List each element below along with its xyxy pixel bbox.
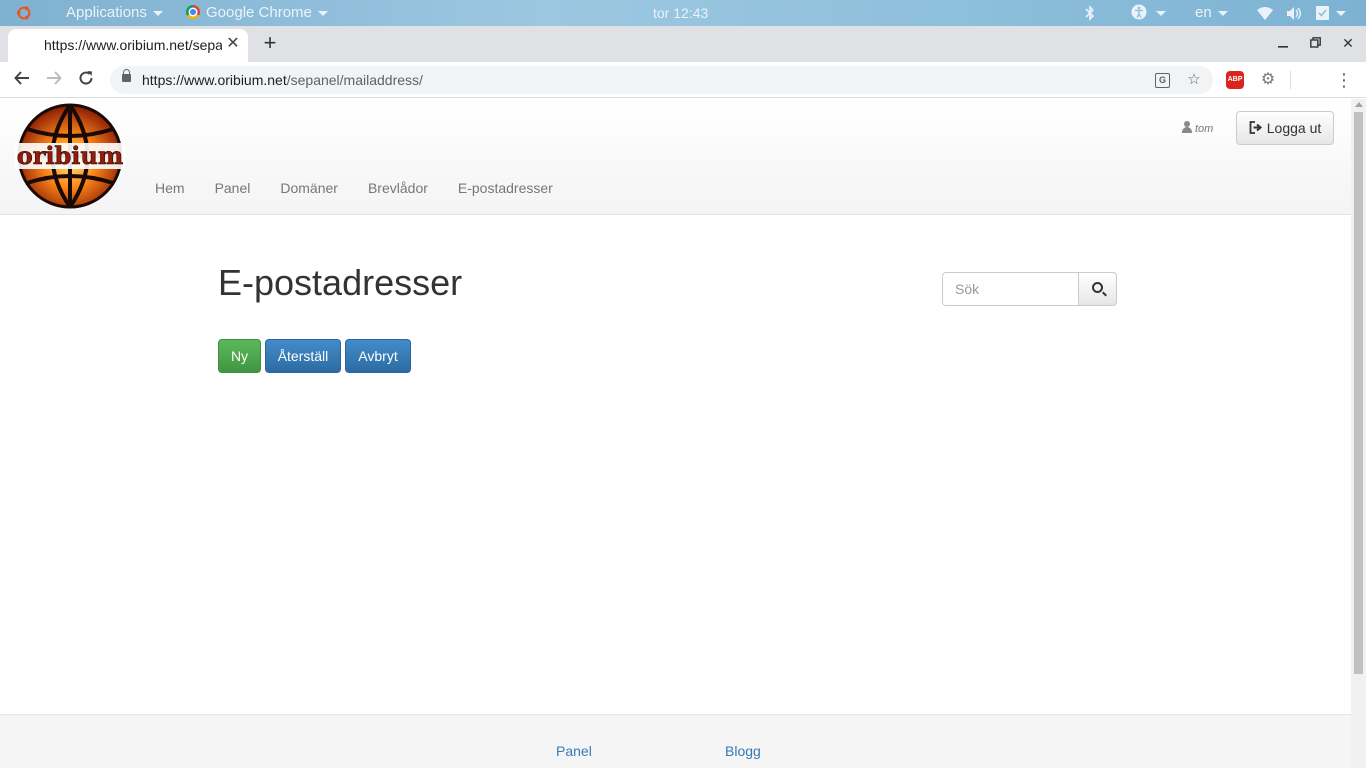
close-icon[interactable]: ✕	[224, 34, 242, 54]
footer-link-panel[interactable]: Panel	[556, 743, 592, 759]
reload-icon[interactable]	[72, 66, 100, 94]
wifi-icon[interactable]	[1257, 7, 1273, 20]
lock-icon	[122, 69, 131, 82]
logout-icon	[1249, 121, 1262, 134]
user-icon	[1182, 121, 1192, 133]
active-app-label: Google Chrome	[206, 4, 312, 21]
search-icon	[1092, 282, 1103, 293]
page-viewport: oribium Hem Panel Domäner Brevlådor E-po…	[0, 99, 1351, 768]
reset-button[interactable]: Återställ	[265, 339, 341, 373]
close-window-icon[interactable]: ✕	[1336, 30, 1360, 56]
current-user: tom	[1182, 121, 1213, 135]
chevron-down-icon	[1217, 10, 1228, 16]
forward-icon[interactable]	[40, 66, 68, 94]
browser-toolbar: https://www.oribium.net/sepanel/mailaddr…	[0, 62, 1366, 98]
nav-item-hem[interactable]: Hem	[140, 176, 200, 200]
chevron-down-icon	[1156, 10, 1166, 16]
accessibility-menu[interactable]	[1131, 0, 1166, 26]
applications-label: Applications	[66, 4, 147, 21]
clock[interactable]: tor 12:43	[653, 0, 708, 26]
nav-item-domaner[interactable]: Domäner	[265, 176, 353, 200]
back-icon[interactable]	[8, 66, 36, 94]
toolbar-divider	[1290, 71, 1291, 89]
chrome-icon	[186, 5, 200, 19]
accessibility-icon	[1131, 4, 1147, 20]
username: tom	[1195, 123, 1214, 135]
site-footer: Panel Blogg	[0, 714, 1351, 768]
url-path: /sepanel/mailaddress/	[286, 72, 423, 88]
tab-title: https://www.oribium.net/sepanel/mailaddr…	[44, 37, 222, 53]
chevron-down-icon	[152, 10, 163, 16]
language-label: en	[1195, 4, 1212, 21]
new-tab-button[interactable]: +	[259, 29, 281, 57]
new-button[interactable]: Ny	[218, 339, 261, 373]
ubuntu-logo-icon[interactable]	[14, 4, 34, 22]
page-scrollbar[interactable]	[1351, 99, 1366, 768]
minimize-icon[interactable]	[1271, 30, 1295, 56]
footer-link-blogg[interactable]: Blogg	[725, 743, 761, 759]
chevron-down-icon	[317, 10, 328, 16]
os-top-bar: Applications Google Chrome tor 12:43 en	[0, 0, 1366, 26]
url-host: https://www.oribium.net	[142, 72, 287, 88]
tab-strip: https://www.oribium.net/sepanel/mailaddr…	[0, 26, 1366, 62]
translate-icon[interactable]: G	[1155, 73, 1170, 88]
more-menu-icon[interactable]: ⋮	[1334, 66, 1354, 94]
adblock-plus-icon[interactable]: ABP	[1226, 71, 1244, 89]
nav-item-e-postadresser[interactable]: E-postadresser	[443, 176, 568, 200]
search-input[interactable]	[942, 272, 1079, 306]
oribium-logo[interactable]: oribium	[15, 103, 125, 210]
search-button[interactable]	[1078, 272, 1117, 306]
cancel-button[interactable]: Avbryt	[345, 339, 411, 373]
logout-label: Logga ut	[1266, 120, 1322, 136]
search-group	[942, 272, 1117, 306]
logout-button[interactable]: Logga ut	[1236, 111, 1334, 145]
bluetooth-icon[interactable]	[1082, 5, 1098, 21]
applications-menu[interactable]: Applications	[66, 0, 163, 26]
nav-item-brevlador[interactable]: Brevlådor	[353, 176, 443, 200]
scroll-up-icon[interactable]	[1354, 102, 1363, 107]
site-header: oribium Hem Panel Domäner Brevlådor E-po…	[0, 99, 1351, 215]
system-menu[interactable]	[1316, 0, 1346, 26]
scrollbar-thumb[interactable]	[1354, 112, 1363, 674]
volume-icon[interactable]	[1286, 6, 1303, 21]
extension-gear-icon[interactable]: ⚙	[1258, 67, 1278, 93]
bookmark-star-icon[interactable]: ☆	[1184, 70, 1204, 90]
restore-icon[interactable]	[1303, 30, 1327, 56]
browser-tab[interactable]: https://www.oribium.net/sepanel/mailaddr…	[8, 29, 248, 62]
active-app-menu[interactable]: Google Chrome	[186, 0, 328, 26]
address-bar[interactable]: https://www.oribium.net/sepanel/mailaddr…	[110, 66, 1213, 94]
page-title: E-postadresser	[218, 262, 463, 303]
chevron-down-icon	[1336, 10, 1346, 16]
logo-text: oribium	[17, 141, 124, 170]
battery-icon	[1316, 6, 1329, 20]
nav-item-panel[interactable]: Panel	[200, 176, 266, 200]
language-menu[interactable]: en	[1195, 0, 1228, 26]
url-text: https://www.oribium.net/sepanel/mailaddr…	[142, 72, 423, 88]
main-nav: Hem Panel Domäner Brevlådor E-postadress…	[140, 176, 568, 200]
